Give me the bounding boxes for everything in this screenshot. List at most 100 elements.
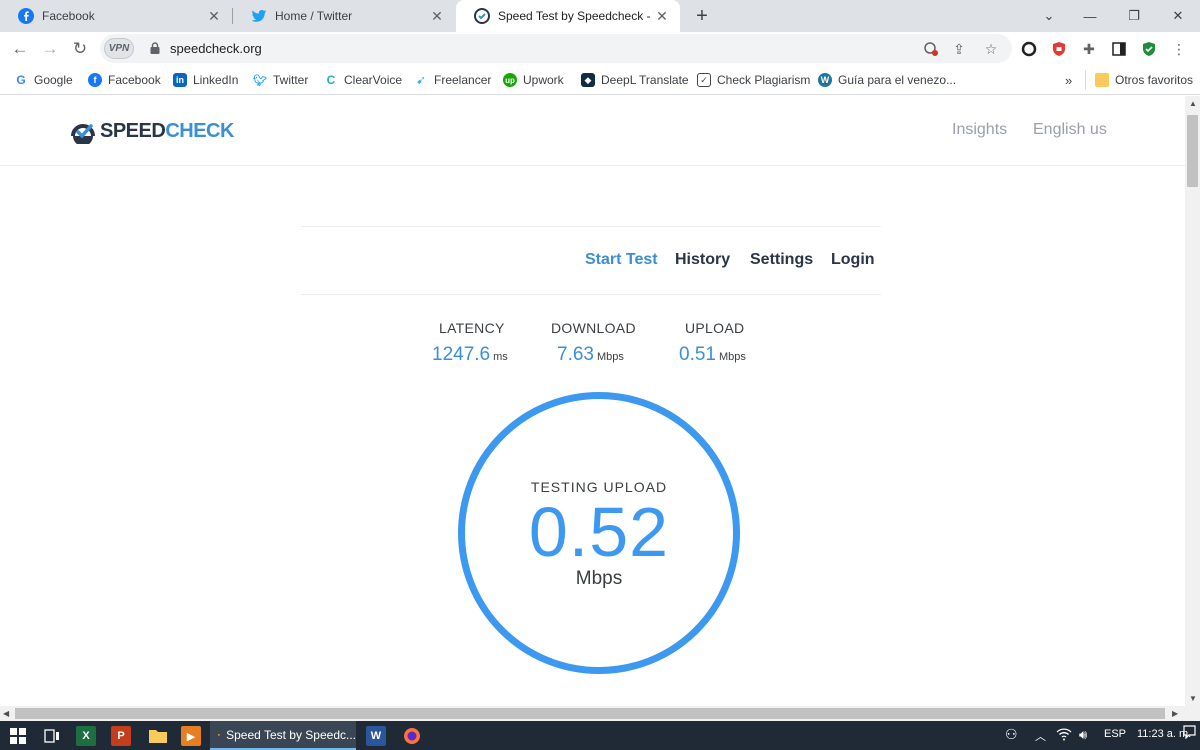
insights-link[interactable]: Insights [952,121,1007,139]
forward-arrow-icon[interactable]: → [37,36,63,62]
bookmark-star-icon[interactable]: ☆ [982,40,1000,58]
bookmark-deepl[interactable]: ◆ DeepL Translate [581,71,689,89]
scroll-up-arrow-icon[interactable]: ▲ [1189,99,1197,108]
address-bar[interactable]: VPN speedcheck.org ⇪ ☆ [100,34,1012,63]
bookmark-clearvoice[interactable]: C ClearVoice [324,71,402,89]
close-tab-icon[interactable]: ✕ [654,8,670,24]
bookmark-label: Guía para el venezo... [838,73,957,87]
tab-twitter[interactable]: Home / Twitter ✕ [233,0,455,32]
tray-chevron-icon[interactable]: ︿ [1035,728,1046,744]
twitter-icon: 🐦︎ [253,73,267,87]
speedcheck-logo[interactable]: SPEEDCHECK [70,118,234,144]
close-tab-icon[interactable]: ✕ [429,8,445,24]
deepl-icon: ◆ [581,73,595,87]
logo-text-check: CHECK [165,119,234,142]
menu-history[interactable]: History [675,251,730,269]
latency-label: LATENCY [439,320,505,336]
bookmark-upwork[interactable]: up Upwork [503,71,564,89]
security-shield-icon[interactable] [1139,39,1159,59]
firefox-icon[interactable] [400,724,424,747]
restore-icon[interactable]: ❐ [1112,0,1156,32]
bookmark-label: Freelancer [434,73,492,87]
bookmark-linkedin[interactable]: in LinkedIn [173,71,238,89]
horizontal-scroll-thumb[interactable] [15,708,1165,719]
media-player-icon[interactable]: ▶ [181,726,201,746]
wifi-icon[interactable] [1056,728,1072,744]
bookmark-label: LinkedIn [193,73,239,87]
bookmark-label: DeepL Translate [601,73,689,87]
taskbar-chrome-window[interactable]: Speed Test by Speedc... [210,721,356,750]
menu-divider-top [301,226,881,227]
tab-title: Home / Twitter [275,9,353,23]
adblock-shield-icon[interactable] [1049,39,1069,59]
wordpress-icon: W [818,73,832,87]
file-explorer-icon[interactable] [146,724,170,747]
linkedin-icon: in [173,73,187,87]
people-icon[interactable]: ⚇ [1005,726,1018,743]
twitter-icon [251,10,267,22]
latency-unit: ms [493,351,508,363]
download-value: 7.63 Mbps [557,344,624,366]
bookmark-label: Google [34,73,73,87]
upwork-icon: up [503,73,517,87]
gauge-unit: Mbps [575,568,623,589]
tab-facebook[interactable]: Facebook ✕ [0,0,232,32]
tab-speedcheck[interactable]: Speed Test by Speedcheck - Test ✕ [456,0,680,32]
language-selector[interactable]: English us [1033,121,1107,139]
close-window-icon[interactable]: ✕ [1156,0,1200,32]
blocked-content-icon[interactable] [922,40,940,58]
bookmark-google[interactable]: G Google [14,71,73,89]
bookmarks-overflow-button[interactable]: » [1065,71,1072,89]
excel-icon[interactable]: X [76,726,96,746]
more-menu-icon[interactable]: ⋮ [1169,39,1189,59]
speedcheck-icon [474,8,490,24]
extensions-puzzle-icon[interactable]: ✚ [1079,39,1099,59]
menu-start-test[interactable]: Start Test [585,251,658,269]
scroll-left-arrow-icon[interactable]: ◀ [3,709,9,718]
language-indicator[interactable]: ESP [1104,728,1126,740]
bookmark-label: Otros favoritos [1115,73,1194,87]
minimize-icon[interactable]: — [1068,0,1112,32]
extension-ring-icon[interactable] [1019,39,1039,59]
new-tab-button[interactable]: + [690,4,714,28]
tab-search-chevron-icon[interactable]: ⌄ [1027,0,1071,32]
taskbar-window-title: Speed Test by Speedc... [226,727,356,742]
powerpoint-icon[interactable]: P [111,726,131,746]
bookmark-guia[interactable]: W Guía para el venezo... [818,71,956,89]
lock-icon[interactable] [148,41,162,55]
folder-icon [1095,73,1109,87]
notifications-icon[interactable] [1183,725,1196,742]
task-view-icon[interactable] [40,724,64,747]
facebook-icon [18,8,34,24]
vertical-scrollbar[interactable]: ▲ ▼ [1185,96,1200,706]
share-icon[interactable]: ⇪ [950,40,968,58]
menu-login[interactable]: Login [831,251,875,269]
back-arrow-icon[interactable]: ← [7,36,33,62]
tab-title: Facebook [42,9,95,23]
other-bookmarks-folder[interactable]: Otros favoritos [1095,71,1193,89]
bookmark-facebook[interactable]: f Facebook [88,71,161,89]
browser-toolbar: ← → ↻ VPN speedcheck.org ⇪ ☆ ✚ ⋮ [0,32,1200,65]
tab-title: Speed Test by Speedcheck - Test [498,9,654,23]
bookmark-check-plagiarism[interactable]: ✓ Check Plagiarism [697,71,810,89]
volume-icon[interactable]: 🔊︎ [1079,727,1087,743]
bookmark-label: ClearVoice [344,73,403,87]
horizontal-scrollbar[interactable]: ◀ ▶ [0,706,1200,721]
side-panel-icon[interactable] [1109,39,1129,59]
word-icon[interactable]: W [366,726,386,746]
scroll-down-arrow-icon[interactable]: ▼ [1189,694,1197,703]
plagiarism-icon: ✓ [697,73,711,87]
close-tab-icon[interactable]: ✕ [206,8,222,24]
download-label: DOWNLOAD [551,320,636,336]
upload-unit: Mbps [718,351,746,363]
bookmark-freelancer[interactable]: ➹ Freelancer [414,71,491,89]
vertical-scroll-thumb[interactable] [1187,115,1198,187]
menu-settings[interactable]: Settings [750,251,813,269]
url-text[interactable]: speedcheck.org [170,41,262,56]
reload-icon[interactable]: ↻ [67,36,93,62]
web-page: SPEEDCHECK Insights English us Start Tes… [0,96,1185,706]
scroll-right-arrow-icon[interactable]: ▶ [1172,709,1178,718]
vpn-badge[interactable]: VPN [104,38,134,59]
windows-start-icon[interactable] [6,724,30,747]
bookmark-twitter[interactable]: 🐦︎ Twitter [253,71,308,89]
